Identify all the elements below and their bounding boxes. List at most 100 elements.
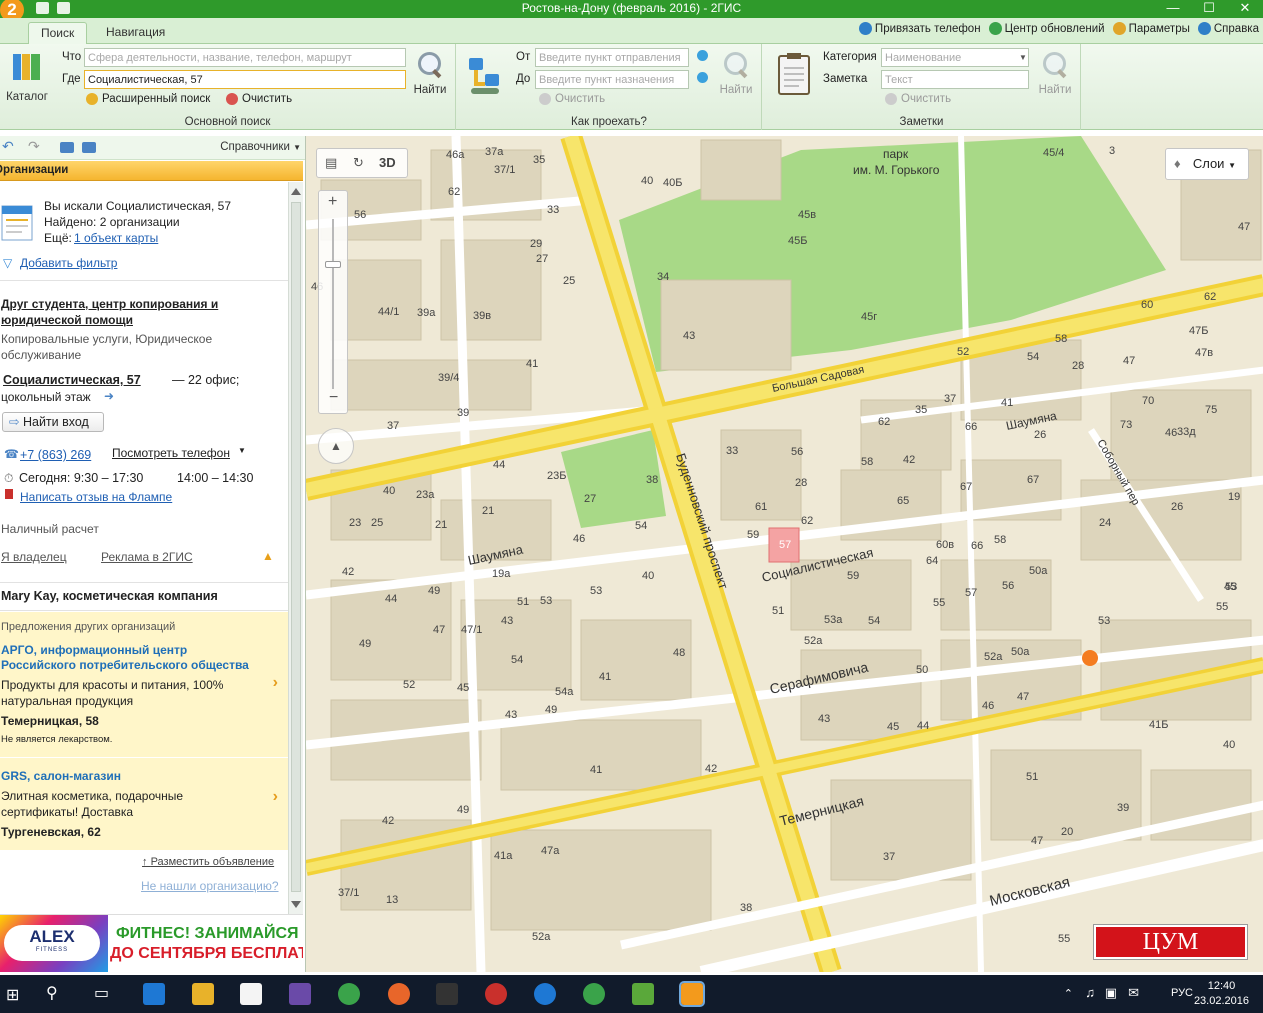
chrome-icon[interactable] [338,983,360,1005]
tab-search[interactable]: Поиск [28,22,88,44]
scroll-thumb[interactable] [291,202,301,892]
store-icon[interactable] [240,983,262,1005]
rotate-icon[interactable]: ↻ [353,155,364,171]
route-find-button[interactable]: Найти [715,50,757,96]
owner-link[interactable]: Я владелец [1,550,67,564]
pick-from-icon[interactable] [697,50,708,61]
tab-navigation[interactable]: Навигация [94,22,177,44]
phone-link[interactable]: +7 (863) 269 [20,448,91,462]
notes-clear-button[interactable]: Очистить [885,93,951,105]
notes-find-button[interactable]: Найти [1035,50,1075,96]
promo-block-argo[interactable]: Предложения других организаций АРГО, инф… [0,612,288,757]
zoom-out-icon[interactable]: − [329,389,338,407]
scroll-up-icon[interactable] [291,188,301,195]
view-3d-button[interactable]: 3D [379,155,396,170]
catalog-button[interactable]: Каталог [4,50,50,103]
advanced-search-button[interactable]: Расширенный поиск [86,93,210,105]
house-number: 39 [457,407,469,419]
tray-arrow-icon[interactable]: ⌃ [1064,987,1073,1000]
close-icon[interactable]: ✕ [1227,0,1263,18]
task-view-icon[interactable]: ▭ [94,983,109,1003]
find-entrance-button[interactable]: ⇨ Найти вход [2,412,104,432]
route-clear-button[interactable]: Очистить [539,93,605,105]
app-icon-red[interactable] [485,983,507,1005]
advertising-link[interactable]: Реклама в 2ГИС [101,550,193,564]
place-ad-link[interactable]: ↑ Разместить объявление [142,856,274,868]
clear-search-button[interactable]: Очистить [226,93,292,105]
app-icon-green[interactable] [632,983,654,1005]
back-icon[interactable]: ↶ [2,138,16,154]
filter-icon: ▽ [3,256,13,270]
scroll-down-icon[interactable] [291,901,301,908]
network-icon[interactable]: ▣ [1105,985,1117,1001]
language-indicator[interactable]: РУС [1171,987,1193,999]
edge-icon[interactable] [143,983,165,1005]
ad-banner[interactable]: ALEX FITNESS ФИТНЕС! ЗАНИМАЙСЯ ДО СЕНТЯБ… [0,914,303,972]
link-bind-phone[interactable]: Привязать телефон [858,22,981,35]
minimize-icon[interactable]: — [1155,0,1191,18]
promo-name[interactable]: АРГО, информационный центр [1,643,187,657]
house-number: 41 [1001,397,1013,409]
review-link[interactable]: Написать отзыв на Флампе [20,490,172,504]
house-number: 43 [501,615,513,627]
app-icon-blue[interactable] [534,983,556,1005]
note-input[interactable] [881,70,1029,89]
file-explorer-icon[interactable] [192,983,214,1005]
link-settings[interactable]: Параметры [1112,22,1190,35]
promo-name-cont[interactable]: Российского потребительского общества [1,658,249,672]
notification-icon[interactable]: ✉ [1128,985,1139,1001]
what-input[interactable] [84,48,406,67]
2gis-taskbar-icon[interactable] [679,981,705,1007]
reference-books-dropdown[interactable]: Справочники ▼ [220,141,301,153]
3cx-icon[interactable] [436,983,458,1005]
forward-icon[interactable]: ↷ [28,138,42,154]
from-input[interactable] [535,48,689,67]
show-phone-button[interactable]: Посмотреть телефон [112,446,230,460]
taskbar-clock[interactable]: 12:40 23.02.2016 [1194,979,1249,1009]
house-number: 53 [1098,615,1110,627]
house-number: 52а [984,651,1003,663]
organizations-header[interactable]: Организации [0,161,303,181]
ruler-icon[interactable]: ▤ [325,155,337,171]
promo-name[interactable]: GRS, салон-магазин [1,769,121,783]
house-number: 49 [545,704,557,716]
map-object-link[interactable]: 1 объект карты [74,231,158,245]
results-scrollbar[interactable] [288,182,303,914]
messenger-icon[interactable] [583,983,605,1005]
org2-name[interactable]: Mary Kay, косметическая компания [1,589,218,603]
not-found-link[interactable]: Не нашли организацию? [141,879,279,893]
where-input[interactable] [84,70,406,89]
chevron-right-icon[interactable]: › [273,674,278,692]
promo-block-grs[interactable]: GRS, салон-магазин Элитная косметика, по… [0,758,288,850]
chevron-right-icon[interactable]: › [273,788,278,806]
house-number: 43 [818,713,830,725]
list-view-icon[interactable] [60,142,74,153]
org-name[interactable]: Друг студента, центр копирования и [1,297,218,311]
link-help[interactable]: Справка [1197,22,1259,35]
eraser-icon [226,93,238,105]
category-select[interactable] [881,48,1029,67]
start-icon[interactable]: ⊞ [6,985,19,1005]
pick-to-icon[interactable] [697,72,708,83]
layers-button[interactable]: ♦ Слои ▼ [1165,148,1249,180]
map-view[interactable]: Буденновский проспект Социалистическая Б… [305,136,1263,972]
add-filter-link[interactable]: Добавить фильтр [20,256,117,270]
org-name-cont[interactable]: юридической помощи [1,313,133,327]
map-canvas[interactable]: Буденновский проспект Социалистическая Б… [306,136,1263,972]
org-address-link[interactable]: Социалистическая, 57 [3,373,141,387]
search-icon[interactable]: ⚲ [46,983,58,1003]
store-ad-badge[interactable]: ЦУМ [1093,924,1248,960]
visual-studio-icon[interactable] [289,983,311,1005]
location-pin-icon[interactable] [1082,650,1098,666]
firefox-icon[interactable] [388,983,410,1005]
house-number: 44 [917,720,929,732]
zoom-slider-handle[interactable] [325,261,341,268]
volume-icon[interactable]: ♫ [1085,985,1095,1000]
to-input[interactable] [535,70,689,89]
find-button[interactable]: Найти [410,50,450,96]
link-update-center[interactable]: Центр обновлений [988,22,1105,35]
details-view-icon[interactable] [82,142,96,153]
zoom-in-icon[interactable]: + [328,193,337,211]
compass-icon[interactable]: ▲ [318,428,354,464]
maximize-icon[interactable]: ☐ [1191,0,1227,18]
